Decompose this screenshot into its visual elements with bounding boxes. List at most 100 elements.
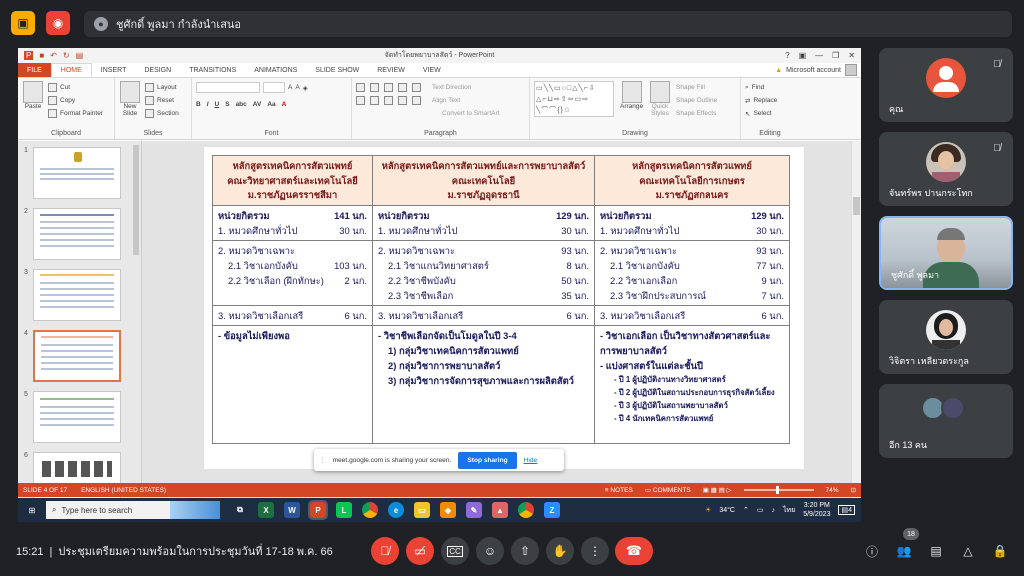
clock[interactable]: 3:20 PM 5/9/2023 xyxy=(803,501,830,519)
tab-insert[interactable]: INSERT xyxy=(92,63,136,77)
slide-thumbnail[interactable] xyxy=(33,269,121,321)
numbering-icon[interactable] xyxy=(370,83,379,92)
replace-button[interactable]: ⇄ Replace xyxy=(745,94,795,107)
host-controls-button[interactable]: 🔒 xyxy=(991,542,1009,560)
account-area[interactable]: ▲ Microsoft account xyxy=(775,63,861,77)
arrange-button[interactable]: Arrange xyxy=(620,81,643,110)
app-icon[interactable]: ◆ xyxy=(440,502,456,518)
increase-indent-icon[interactable] xyxy=(398,83,407,92)
bold-icon[interactable]: B xyxy=(196,101,201,108)
shape-effects-button[interactable]: Shape Effects xyxy=(676,107,717,120)
participant-tile[interactable]: 🎙̸ คุณ xyxy=(879,48,1013,122)
info-button[interactable]: ⓘ xyxy=(863,542,881,560)
font-name-select[interactable] xyxy=(196,82,260,93)
mic-toggle-button[interactable]: 🎙̸ xyxy=(371,537,399,565)
slide-thumbnail[interactable] xyxy=(33,147,121,199)
zoom-app-icon[interactable]: Z xyxy=(544,502,560,518)
volume-icon[interactable]: ♪ xyxy=(771,507,775,514)
slide-thumbnail[interactable] xyxy=(33,391,121,443)
shape-outline-button[interactable]: Shape Outline xyxy=(676,94,717,107)
chat-button[interactable]: ▤ xyxy=(927,542,945,560)
font-color-icon[interactable]: A xyxy=(282,101,287,108)
tab-slide-show[interactable]: SLIDE SHOW xyxy=(306,63,368,77)
language-indicator[interactable]: ENGLISH (UNITED STATES) xyxy=(81,487,166,494)
hide-button[interactable]: Hide xyxy=(524,457,538,464)
zoom-level[interactable]: 74% xyxy=(826,487,839,494)
powerpoint-icon[interactable]: P xyxy=(308,500,328,520)
weather-temp[interactable]: 34°C xyxy=(719,507,735,514)
change-case-icon[interactable]: Aa xyxy=(267,101,275,108)
copy-button[interactable]: Copy xyxy=(48,94,103,107)
align-left-icon[interactable] xyxy=(356,96,365,105)
slide-thumbnail-selected[interactable] xyxy=(33,330,121,382)
section-button[interactable]: Section xyxy=(145,107,179,120)
shape-fill-button[interactable]: Shape Fill xyxy=(676,81,717,94)
chrome-icon[interactable] xyxy=(362,502,378,518)
find-button[interactable]: ⌕ Find xyxy=(745,81,795,94)
present-icon[interactable]: ▣ xyxy=(11,11,35,35)
tab-design[interactable]: DESIGN xyxy=(135,63,180,77)
paste-button[interactable]: Paste xyxy=(22,81,44,110)
participant-tile[interactable]: วิจิตรา เหลียวตระกูล xyxy=(879,300,1013,374)
record-icon[interactable]: ◉ xyxy=(46,11,70,35)
convert-smartart-button[interactable]: Convert to SmartArt xyxy=(356,107,525,120)
save-icon[interactable]: ■ xyxy=(39,51,44,60)
italic-icon[interactable]: I xyxy=(207,101,209,108)
task-view-icon[interactable]: ⧉ xyxy=(232,502,248,518)
camera-toggle-button[interactable]: ▭̸ xyxy=(406,537,434,565)
notes-button[interactable]: ≡ NOTES xyxy=(605,487,633,494)
clear-format-icon[interactable]: ◈ xyxy=(303,84,308,92)
strikethrough-icon[interactable]: abc xyxy=(236,101,247,108)
tab-view[interactable]: VIEW xyxy=(414,63,450,77)
windows-start-icon[interactable]: ⊞ xyxy=(22,500,42,520)
slide-thumbnail[interactable] xyxy=(33,208,121,260)
columns-icon[interactable] xyxy=(412,96,421,105)
align-text-button[interactable]: Align Text xyxy=(432,97,460,104)
ribbon-options-icon[interactable]: ▣ xyxy=(799,51,807,60)
participant-tile-others[interactable]: อีก 13 คน xyxy=(879,384,1013,458)
word-icon[interactable]: W xyxy=(284,502,300,518)
more-options-button[interactable]: ⋮ xyxy=(581,537,609,565)
shrink-font-icon[interactable]: A xyxy=(295,84,299,91)
present-button[interactable]: ⇧ xyxy=(511,537,539,565)
participant-tile[interactable]: 🎙̸ จันทร์พร ปานกระโทก xyxy=(879,132,1013,206)
tab-animations[interactable]: ANIMATIONS xyxy=(245,63,306,77)
start-from-beginning-icon[interactable]: ▤ xyxy=(76,51,84,60)
align-right-icon[interactable] xyxy=(384,96,393,105)
excel-icon[interactable]: X xyxy=(258,502,274,518)
drag-handle-icon[interactable]: ⋮ xyxy=(319,456,326,464)
captions-button[interactable]: CC xyxy=(441,537,469,565)
line-spacing-icon[interactable] xyxy=(412,83,421,92)
shapes-gallery[interactable]: ▭╲╲▭○□△╲⌐⇩ △⌐⊔⇨⇧⇦▭⇨ ╲⌒⌒{}☆ xyxy=(534,81,614,117)
shadow-icon[interactable]: S xyxy=(225,101,229,108)
quick-styles-button[interactable]: Quick Styles xyxy=(648,81,672,117)
select-button[interactable]: ↖ Select xyxy=(745,107,795,120)
network-icon[interactable]: ▭ xyxy=(757,506,764,514)
view-buttons[interactable]: ▣ ▦ ▤ ▷ xyxy=(703,486,732,494)
new-slide-button[interactable]: New Slide xyxy=(119,81,141,117)
justify-icon[interactable] xyxy=(398,96,407,105)
line-icon[interactable]: L xyxy=(336,502,352,518)
redo-icon[interactable]: ↻ xyxy=(63,51,70,60)
tray-chevron-icon[interactable]: ⌃ xyxy=(743,506,749,514)
raise-hand-button[interactable]: ✋ xyxy=(546,537,574,565)
stop-sharing-button[interactable]: Stop sharing xyxy=(458,451,517,469)
spacing-icon[interactable]: AV xyxy=(253,101,262,108)
edge-icon[interactable]: e xyxy=(388,502,404,518)
tab-review[interactable]: REVIEW xyxy=(368,63,414,77)
fit-slide-icon[interactable]: ⊡ xyxy=(851,486,856,494)
language-indicator[interactable]: ไทย xyxy=(783,505,795,516)
emoji-button[interactable]: ☺ xyxy=(476,537,504,565)
align-center-icon[interactable] xyxy=(370,96,379,105)
text-direction-button[interactable]: Text Direction xyxy=(432,84,471,91)
tab-transitions[interactable]: TRANSITIONS xyxy=(180,63,245,77)
grow-font-icon[interactable]: A xyxy=(288,84,292,91)
taskbar-search[interactable]: ⌕ Type here to search xyxy=(46,501,220,519)
restore-icon[interactable]: ❐ xyxy=(832,51,839,60)
activities-button[interactable]: △ xyxy=(959,542,977,560)
minimize-icon[interactable]: — xyxy=(815,51,823,60)
tab-home[interactable]: HOME xyxy=(50,63,92,77)
comments-button[interactable]: ▭ COMMENTS xyxy=(645,486,691,494)
paint-icon[interactable]: ✎ xyxy=(466,502,482,518)
file-explorer-icon[interactable]: ▭ xyxy=(414,502,430,518)
